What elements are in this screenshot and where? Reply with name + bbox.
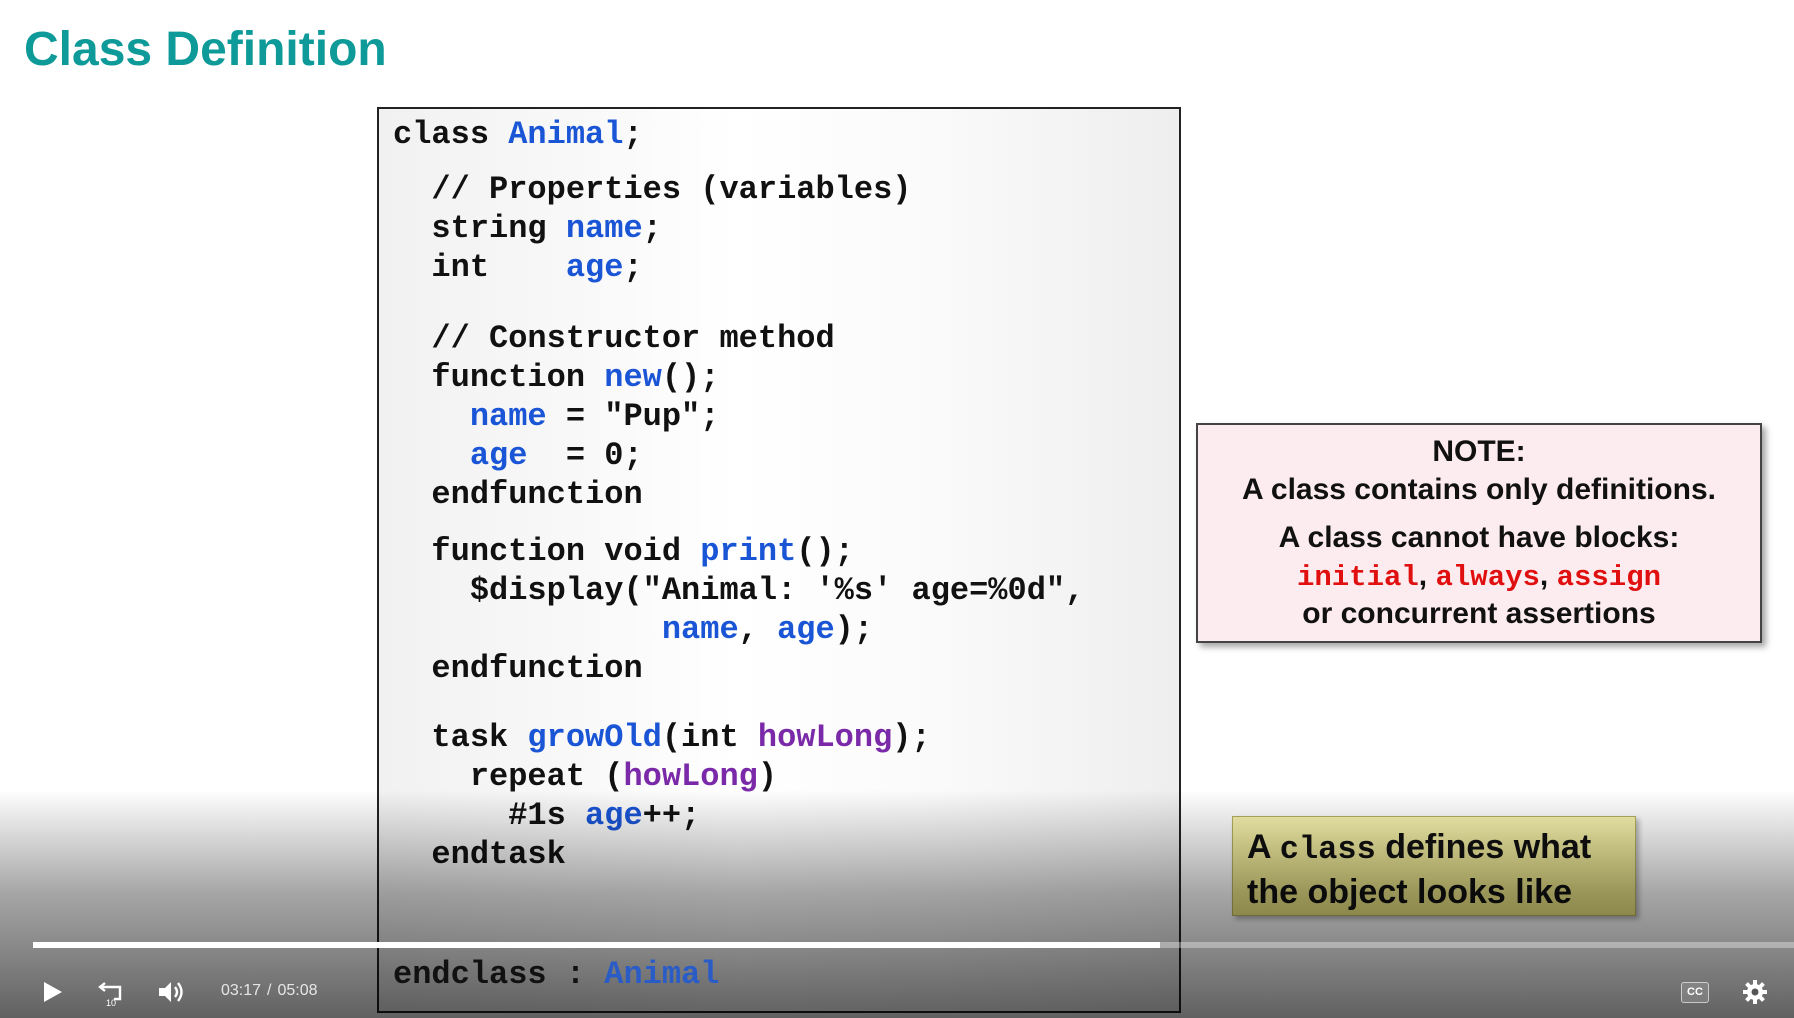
play-button[interactable] bbox=[38, 972, 68, 1012]
time-separator: / bbox=[267, 982, 272, 999]
code-identifier: growOld bbox=[527, 719, 662, 756]
code-identifier: name bbox=[469, 398, 547, 435]
code-identifier: age bbox=[585, 797, 643, 834]
code-text: = 0; bbox=[527, 437, 643, 474]
slide-title: Class Definition bbox=[24, 23, 387, 76]
code-text: (int bbox=[661, 719, 758, 756]
note-line-1: A class contains only definitions. bbox=[1242, 473, 1716, 506]
code-identifier: name bbox=[565, 210, 643, 247]
code-text: endtask bbox=[393, 836, 566, 873]
captions-button[interactable]: CC bbox=[1681, 982, 1709, 1003]
code-text: $display("Animal: '%s' age=%0d", bbox=[393, 572, 1085, 609]
volume-button[interactable] bbox=[154, 972, 188, 1012]
replay-10-button[interactable]: 10 bbox=[94, 972, 128, 1012]
callout-code-word: class bbox=[1279, 831, 1376, 868]
keyword-always: always bbox=[1435, 561, 1540, 594]
note-line-3: or concurrent assertions bbox=[1302, 597, 1656, 630]
settings-icon bbox=[1743, 980, 1767, 1004]
code-class-name: Animal bbox=[508, 116, 624, 153]
code-text: function void bbox=[393, 533, 701, 570]
code-text: ); bbox=[892, 719, 931, 756]
code-listing: class Animal; // Properties (variables) … bbox=[393, 115, 1084, 874]
callout-line-2: the object looks like bbox=[1247, 873, 1572, 911]
code-text: ++; bbox=[642, 797, 701, 834]
duration: 05:08 bbox=[277, 982, 318, 999]
svg-text:10: 10 bbox=[106, 998, 116, 1007]
callout-text: A bbox=[1247, 828, 1280, 866]
note-keywords: initial, always, assign bbox=[1198, 557, 1760, 595]
code-text: ) bbox=[757, 758, 778, 795]
current-time: 03:17 bbox=[221, 982, 262, 999]
code-argument: howLong bbox=[623, 758, 758, 795]
code-text: endfunction bbox=[393, 476, 643, 513]
progress-bar[interactable] bbox=[33, 942, 1794, 948]
code-identifier: new bbox=[604, 359, 662, 396]
code-identifier: age bbox=[469, 437, 528, 474]
captions-icon: CC bbox=[1687, 986, 1703, 998]
time-display: 03:17 / 05:08 bbox=[221, 982, 324, 1000]
comma: , bbox=[1539, 559, 1549, 592]
code-text: int bbox=[393, 249, 566, 286]
code-text: ); bbox=[834, 611, 874, 648]
code-argument: howLong bbox=[757, 719, 893, 756]
code-identifier: age bbox=[565, 249, 624, 286]
note-box: NOTE: A class contains only definitions.… bbox=[1196, 423, 1762, 643]
code-text: (); bbox=[661, 359, 720, 396]
play-icon bbox=[44, 982, 62, 1002]
code-class-keyword: class bbox=[393, 116, 509, 153]
note-heading: NOTE: bbox=[1432, 435, 1526, 468]
progress-fill bbox=[33, 942, 1161, 948]
comma: , bbox=[1418, 559, 1428, 592]
settings-button[interactable] bbox=[1740, 972, 1770, 1012]
replay-10-icon: 10 bbox=[98, 982, 122, 1007]
code-text: endfunction bbox=[393, 650, 643, 687]
code-text: (); bbox=[796, 533, 854, 570]
callout-text: defines what bbox=[1375, 828, 1592, 866]
code-text: , bbox=[738, 611, 778, 648]
note-line-2: A class cannot have blocks: bbox=[1278, 521, 1680, 554]
code-comment: // Properties (variables) bbox=[393, 171, 912, 208]
code-text: ; bbox=[642, 210, 662, 247]
code-text: #1s bbox=[393, 797, 586, 834]
code-text: task bbox=[393, 719, 528, 756]
keyword-initial: initial bbox=[1296, 561, 1419, 594]
volume-icon bbox=[159, 982, 183, 1002]
keyword-assign: assign bbox=[1556, 561, 1662, 594]
code-text: function bbox=[393, 359, 605, 396]
code-text: string bbox=[393, 210, 566, 247]
callout-box: A class defines what the object looks li… bbox=[1232, 816, 1636, 916]
code-text: = "Pup"; bbox=[546, 398, 720, 435]
code-text: ; bbox=[623, 116, 643, 153]
callout-line-1: A class defines what bbox=[1247, 825, 1621, 870]
code-identifier: age bbox=[777, 611, 835, 648]
code-text: repeat ( bbox=[393, 758, 624, 795]
code-text: ; bbox=[623, 249, 643, 286]
code-block: class Animal; // Properties (variables) … bbox=[377, 107, 1181, 1013]
code-identifier: name bbox=[661, 611, 739, 648]
code-identifier: print bbox=[700, 533, 797, 570]
code-comment: // Constructor method bbox=[393, 320, 835, 357]
